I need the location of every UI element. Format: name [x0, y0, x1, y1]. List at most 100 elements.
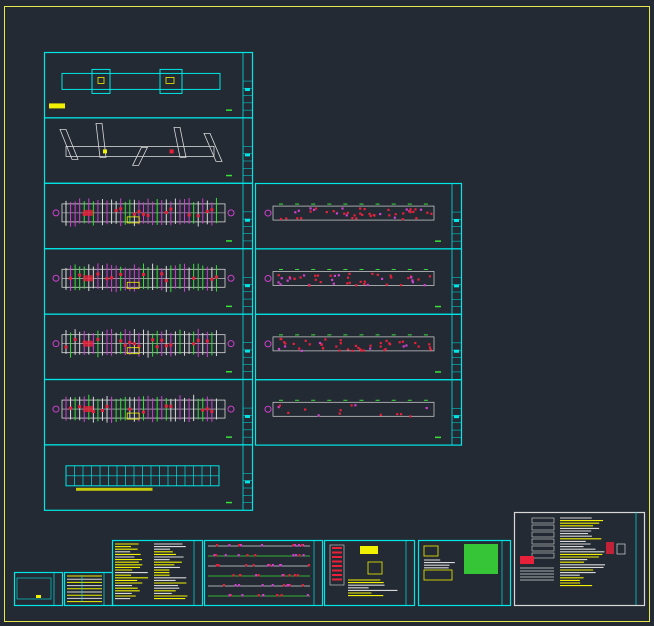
- elec-device: [284, 342, 287, 345]
- plan-fixture: [164, 210, 168, 214]
- legend-symbol-cell: [531, 531, 555, 538]
- riser-device: [276, 594, 279, 597]
- title-block-mark: [245, 87, 250, 91]
- title-block-mark: [245, 218, 250, 222]
- elec-device: [394, 213, 397, 216]
- elec-device: [425, 406, 428, 410]
- model-space-canvas[interactable]: [0, 0, 654, 626]
- elec-device: [294, 211, 297, 214]
- sheet-number-mark: [226, 436, 232, 438]
- elec-device: [401, 218, 404, 221]
- sheet-floor-plan-1: [43, 182, 254, 250]
- title-block-mark: [454, 284, 459, 288]
- elec-device: [426, 211, 429, 214]
- plan-fixture: [105, 404, 109, 408]
- elec-device: [277, 347, 281, 351]
- elec-device: [332, 282, 335, 285]
- roof-slope: [59, 129, 79, 160]
- elec-device: [428, 343, 431, 346]
- elec-device: [354, 404, 357, 407]
- riser-device: [286, 584, 289, 587]
- plan-fixture: [128, 407, 132, 411]
- elec-device: [430, 212, 433, 215]
- plan-fixture: [96, 337, 100, 341]
- riser-device: [234, 584, 237, 587]
- sheet-site-plan: [43, 51, 254, 119]
- elec-device: [409, 208, 412, 211]
- elec-device: [363, 282, 366, 286]
- elec-device: [308, 343, 311, 346]
- plan-fixture: [192, 276, 196, 280]
- riser-device: [272, 564, 275, 567]
- riser-device: [261, 584, 264, 587]
- drawing-area[interactable]: [0, 0, 654, 626]
- sheet-electrical-plan-4: [254, 379, 463, 446]
- riser-device: [260, 544, 263, 547]
- plan-fixture: [164, 344, 168, 348]
- sheet-frame: [254, 379, 463, 446]
- title-block-mark: [245, 349, 250, 353]
- riser-device: [297, 544, 300, 547]
- plan-fixture: [164, 404, 168, 408]
- sheet-floor-plan-4: [43, 378, 254, 446]
- riser-device: [237, 554, 240, 557]
- elec-device: [302, 274, 306, 277]
- elec-device: [388, 342, 391, 345]
- plan-fixture: [146, 213, 150, 217]
- sheet-frame: [13, 571, 64, 607]
- elec-device: [372, 213, 375, 217]
- elec-device: [324, 338, 327, 341]
- plan-grid-bubble: [52, 405, 60, 413]
- elec-device: [401, 340, 404, 343]
- plan-fixture: [205, 339, 209, 343]
- elec-device: [325, 210, 328, 214]
- plan-fixture: [96, 272, 100, 276]
- riser-device: [215, 554, 218, 557]
- plan-grid-bubble: [52, 274, 60, 282]
- sheet-floor-plan-2: [43, 248, 254, 315]
- elec-device: [423, 284, 426, 287]
- elec-device: [390, 276, 393, 279]
- elec-device: [412, 210, 415, 213]
- sheet-electrical-plan-3: [254, 313, 463, 381]
- riser-device: [281, 574, 284, 577]
- riser-device: [222, 584, 225, 587]
- riser-device: [252, 564, 255, 567]
- plan-fixture: [160, 338, 164, 342]
- plan-fixture: [132, 342, 136, 346]
- riser-device: [301, 584, 304, 587]
- elec-device: [335, 212, 339, 215]
- elec-device: [385, 339, 388, 342]
- riser-device: [279, 564, 282, 567]
- elec-device: [388, 214, 391, 217]
- plan-fixture: [142, 212, 145, 216]
- elec-device: [359, 212, 362, 215]
- riser-device: [283, 584, 286, 587]
- legend-symbol: [606, 542, 614, 554]
- plan-grid-bubble: [227, 274, 235, 282]
- plan-room-highlight: [83, 209, 94, 216]
- sheet-frame: [43, 51, 254, 119]
- plan-fixture: [196, 214, 200, 218]
- elec-device: [357, 346, 360, 349]
- sheet-number-mark: [435, 240, 441, 242]
- elec-device: [333, 274, 336, 277]
- elec-device: [289, 277, 292, 280]
- legend-red-block: [520, 556, 534, 564]
- elec-device: [279, 337, 282, 341]
- plan-grid-bubble: [227, 405, 235, 413]
- plan-grid-bubble: [227, 209, 235, 217]
- site-stair: [97, 77, 105, 84]
- plan-fixture: [78, 273, 82, 277]
- plan-fixture: [114, 209, 118, 213]
- plan-grid-bubble: [264, 405, 272, 413]
- riser-device: [240, 544, 243, 547]
- riser-device: [245, 564, 248, 567]
- elec-device: [335, 345, 338, 348]
- elec-device: [298, 347, 301, 350]
- elec-device: [362, 349, 365, 352]
- riser-device: [292, 554, 295, 557]
- plan-fixture: [64, 345, 68, 349]
- elec-device: [384, 347, 387, 351]
- elec-device: [389, 274, 392, 277]
